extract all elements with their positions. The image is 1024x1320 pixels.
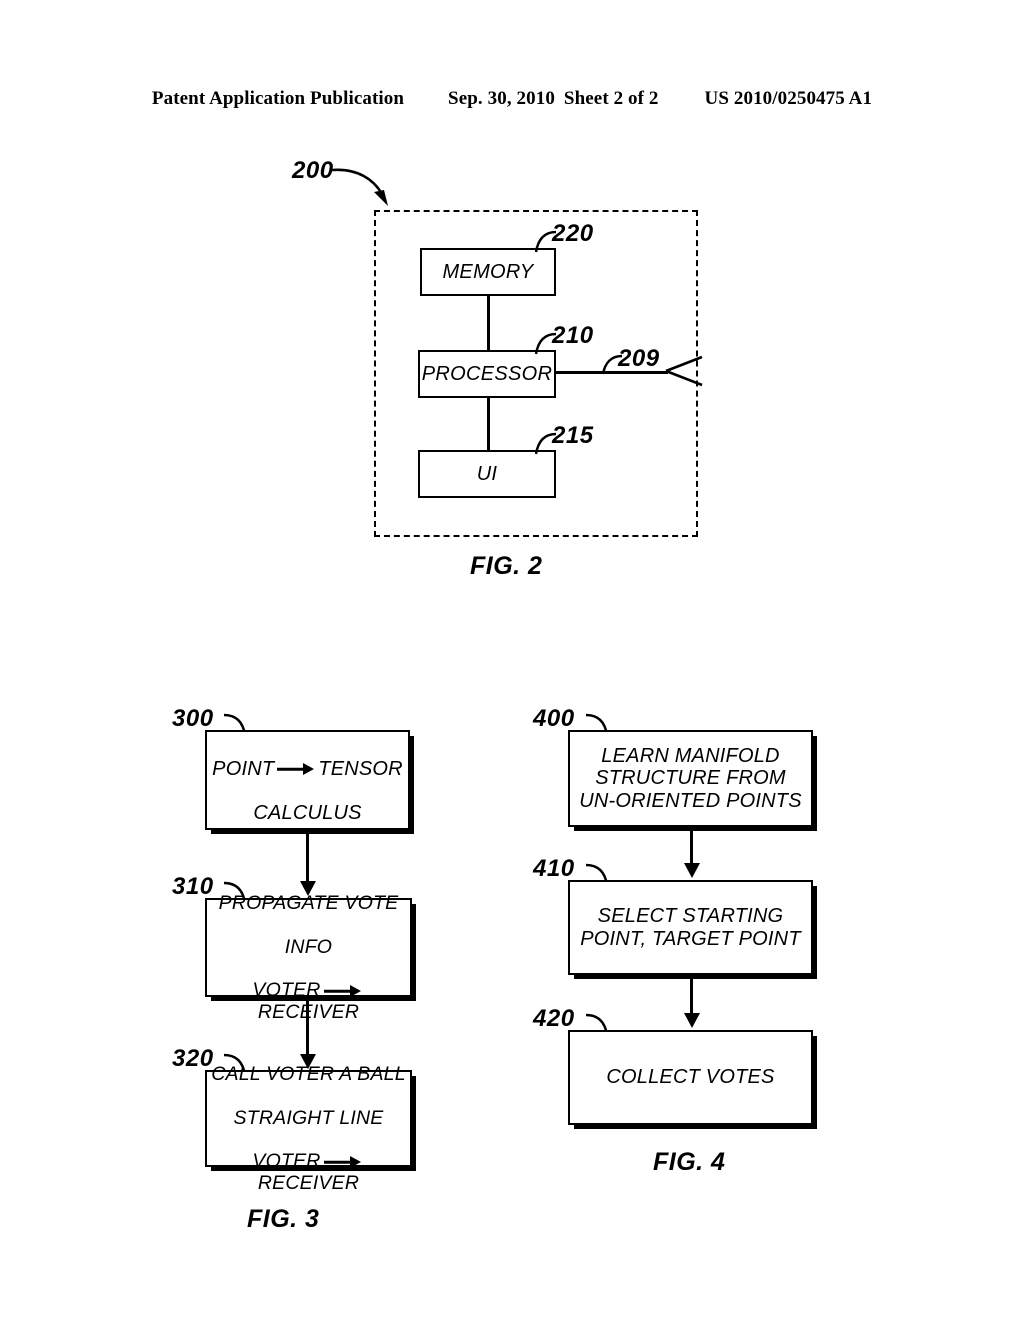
right-arrow-icon [277, 763, 315, 775]
flow-step-420-label: COLLECT VOTES [606, 1066, 775, 1089]
flow-connector-410-420 [690, 978, 693, 1015]
connector-memory-processor [487, 296, 490, 350]
right-arrow-icon [324, 985, 362, 997]
ref-numeral-215: 215 [552, 422, 594, 449]
flow-step-320-line3-post: RECEIVER [257, 1172, 360, 1195]
flow-step-310-line2: INFO [284, 935, 333, 958]
flow-step-310-line3-pre: VOTER [252, 979, 321, 1002]
header-date-label: Sep. 30, 2010 [448, 88, 555, 109]
header-patent-number: US 2010/0250475 A1 [704, 88, 873, 109]
flow-step-300-line2: CALCULUS [253, 802, 362, 825]
block-ui-label: UI [476, 462, 498, 485]
flow-step-320-line3-pre: VOTER [252, 1150, 321, 1173]
block-ui[interactable]: UI [418, 450, 556, 498]
ref-numeral-400: 400 [533, 705, 575, 732]
header-publication-label: Patent Application Publication [151, 88, 405, 109]
flow-step-420[interactable]: COLLECT VOTES [568, 1030, 813, 1125]
flow-step-320-line2: STRAIGHT LINE [233, 1106, 384, 1129]
flow-step-300-label: POINT TENSOR CALCULUS [208, 735, 407, 825]
connector-processor-ui [487, 398, 490, 450]
right-arrow-icon [324, 1156, 362, 1168]
figure-2-caption: FIG. 2 [470, 552, 543, 580]
ref-numeral-210: 210 [552, 322, 594, 349]
flow-step-300[interactable]: POINT TENSOR CALCULUS [205, 730, 410, 830]
ref-numeral-300: 300 [172, 705, 214, 732]
flow-step-320[interactable]: CALL VOTER A BALL STRAIGHT LINE VOTERREC… [205, 1063, 412, 1194]
ref-numeral-420: 420 [533, 1005, 575, 1032]
flow-step-410[interactable]: SELECT STARTING POINT, TARGET POINT [568, 880, 813, 975]
block-memory[interactable]: MEMORY [420, 248, 556, 296]
ref-numeral-410: 410 [533, 855, 575, 882]
flow-step-300-line1-pre: POINT [212, 757, 275, 780]
flow-step-310-line1: PROPAGATE VOTE [218, 891, 399, 914]
flow-step-300-line1-post: TENSOR [318, 757, 403, 780]
flow-step-410-label: SELECT STARTING POINT, TARGET POINT [580, 905, 801, 950]
flow-step-310[interactable]: PROPAGATE VOTE INFO VOTERRECEIVER [205, 892, 412, 1023]
flow-step-400[interactable]: LEARN MANIFOLD STRUCTURE FROM UN-ORIENTE… [568, 730, 813, 827]
ref-numeral-200: 200 [292, 157, 334, 184]
ref-numeral-220: 220 [552, 220, 594, 247]
flow-step-400-label: LEARN MANIFOLD STRUCTURE FROM UN-ORIENTE… [579, 744, 802, 812]
figure-4-caption: FIG. 4 [653, 1148, 726, 1176]
flow-step-320-label: CALL VOTER A BALL STRAIGHT LINE VOTERREC… [207, 1042, 410, 1195]
flow-step-320-line1: CALL VOTER A BALL [211, 1062, 406, 1085]
block-processor[interactable]: PROCESSOR [418, 350, 556, 398]
figure-3-caption: FIG. 3 [247, 1205, 320, 1233]
header-sheet-label: Sheet 2 of 2 [563, 88, 659, 109]
block-memory-label: MEMORY [442, 260, 534, 283]
page-header: Patent Application Publication Sep. 30, … [0, 88, 1024, 114]
block-processor-label: PROCESSOR [421, 362, 553, 385]
flow-connector-400-410 [690, 830, 693, 865]
ref-numeral-209: 209 [618, 345, 660, 372]
